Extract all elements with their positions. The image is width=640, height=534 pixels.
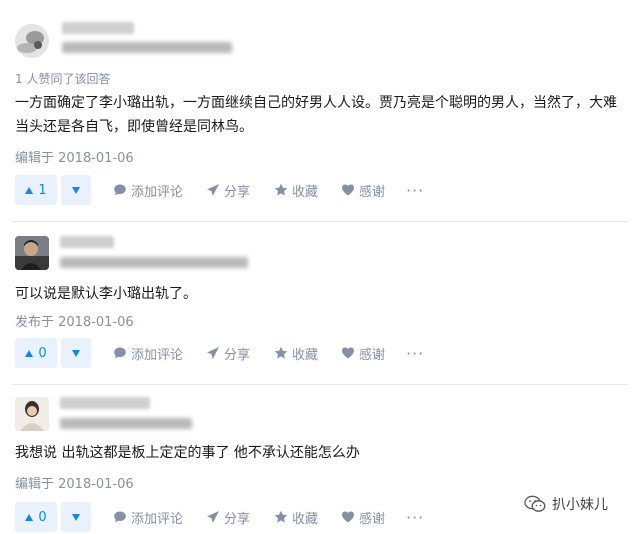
action-bar: 0 添加评论 分享 收藏 感谢 ··· xyxy=(15,502,435,532)
author-bio-blurred xyxy=(60,418,192,429)
thanks-button[interactable]: 感谢 xyxy=(341,338,385,368)
more-button[interactable]: ··· xyxy=(406,338,424,368)
paper-plane-icon xyxy=(207,511,219,523)
share-button[interactable]: 分享 xyxy=(206,338,250,368)
more-button[interactable]: ··· xyxy=(406,175,424,205)
triangle-up-icon xyxy=(25,186,34,194)
collect-button[interactable]: 收藏 xyxy=(274,338,318,368)
avatar[interactable] xyxy=(15,236,49,270)
action-bar: 0 添加评论 分享 收藏 感谢 ··· xyxy=(15,338,435,368)
more-button[interactable]: ··· xyxy=(406,502,424,532)
thanks-label: 感谢 xyxy=(359,347,386,363)
star-icon xyxy=(274,183,288,196)
upvote-count: 0 xyxy=(38,509,47,525)
share-button[interactable]: 分享 xyxy=(206,502,250,532)
heart-icon xyxy=(342,184,354,196)
comment-button[interactable]: 添加评论 xyxy=(113,502,183,532)
comment-label: 添加评论 xyxy=(131,184,184,200)
watermark-text: 扒小妹儿 xyxy=(552,497,608,513)
upvote-button[interactable]: 0 xyxy=(15,502,57,532)
agree-count-text: 1 人赞同了该回答 xyxy=(15,72,111,86)
triangle-up-icon xyxy=(25,513,34,521)
share-label: 分享 xyxy=(224,347,251,363)
comment-bubble-icon xyxy=(114,511,126,523)
thanks-label: 感谢 xyxy=(359,184,386,200)
collect-label: 收藏 xyxy=(292,184,319,200)
heart-icon xyxy=(342,511,354,523)
downvote-button[interactable] xyxy=(61,338,91,368)
action-bar: 1 添加评论 分享 收藏 感谢 ··· xyxy=(15,175,435,205)
heart-icon xyxy=(342,347,354,359)
thanks-label: 感谢 xyxy=(359,511,386,527)
comment-label: 添加评论 xyxy=(131,511,184,527)
triangle-up-icon xyxy=(25,349,34,357)
paper-plane-icon xyxy=(207,347,219,359)
author-name-blurred[interactable] xyxy=(62,22,134,34)
answer-content: 我想说 出轨这都是板上定定的事了 他不承认还能怎么办 xyxy=(15,445,360,461)
star-icon xyxy=(274,510,288,523)
avatar[interactable] xyxy=(15,397,49,431)
answer-date[interactable]: 发布于 2018-01-06 xyxy=(15,311,134,330)
star-icon xyxy=(274,346,288,359)
collect-button[interactable]: 收藏 xyxy=(274,175,318,205)
author-bio-blurred xyxy=(62,42,232,53)
upvote-count: 1 xyxy=(38,182,47,198)
answer-card-1: 1 人赞同了该回答 一方面确定了李小璐出轨，一方面继续自己的好男人人设。贾乃亮是… xyxy=(0,0,640,210)
thanks-button[interactable]: 感谢 xyxy=(341,502,385,532)
triangle-down-icon xyxy=(72,349,80,357)
author-bio-blurred xyxy=(60,257,248,268)
triangle-down-icon xyxy=(72,513,80,521)
author-name-blurred[interactable] xyxy=(60,236,114,248)
triangle-down-icon xyxy=(72,186,80,194)
avatar[interactable] xyxy=(15,24,49,58)
answer-card-2: 可以说是默认李小璐出轨了。 发布于 2018-01-06 0 添加评论 分享 收… xyxy=(0,222,640,382)
comment-button[interactable]: 添加评论 xyxy=(113,338,183,368)
upvote-button[interactable]: 1 xyxy=(15,175,57,205)
answer-date[interactable]: 编辑于 2018-01-06 xyxy=(15,147,134,166)
comment-label: 添加评论 xyxy=(131,347,184,363)
upvote-count: 0 xyxy=(38,345,47,361)
downvote-button[interactable] xyxy=(61,502,91,532)
comment-bubble-icon xyxy=(114,184,126,196)
answer-content: 一方面确定了李小璐出轨，一方面继续自己的好男人人设。贾乃亮是个聪明的男人，当然了… xyxy=(15,95,617,135)
collect-button[interactable]: 收藏 xyxy=(274,502,318,532)
author-name-blurred[interactable] xyxy=(60,397,150,409)
collect-label: 收藏 xyxy=(292,347,319,363)
thanks-button[interactable]: 感谢 xyxy=(341,175,385,205)
collect-label: 收藏 xyxy=(292,511,319,527)
share-label: 分享 xyxy=(224,184,251,200)
wechat-icon xyxy=(524,495,546,512)
comment-bubble-icon xyxy=(114,347,126,359)
paper-plane-icon xyxy=(207,184,219,196)
watermark: 扒小妹儿 xyxy=(524,494,608,514)
upvote-button[interactable]: 0 xyxy=(15,338,57,368)
answer-content: 可以说是默认李小璐出轨了。 xyxy=(15,286,197,302)
comment-button[interactable]: 添加评论 xyxy=(113,175,183,205)
answer-date[interactable]: 编辑于 2018-01-06 xyxy=(15,473,134,492)
downvote-button[interactable] xyxy=(61,175,91,205)
share-button[interactable]: 分享 xyxy=(206,175,250,205)
share-label: 分享 xyxy=(224,511,251,527)
